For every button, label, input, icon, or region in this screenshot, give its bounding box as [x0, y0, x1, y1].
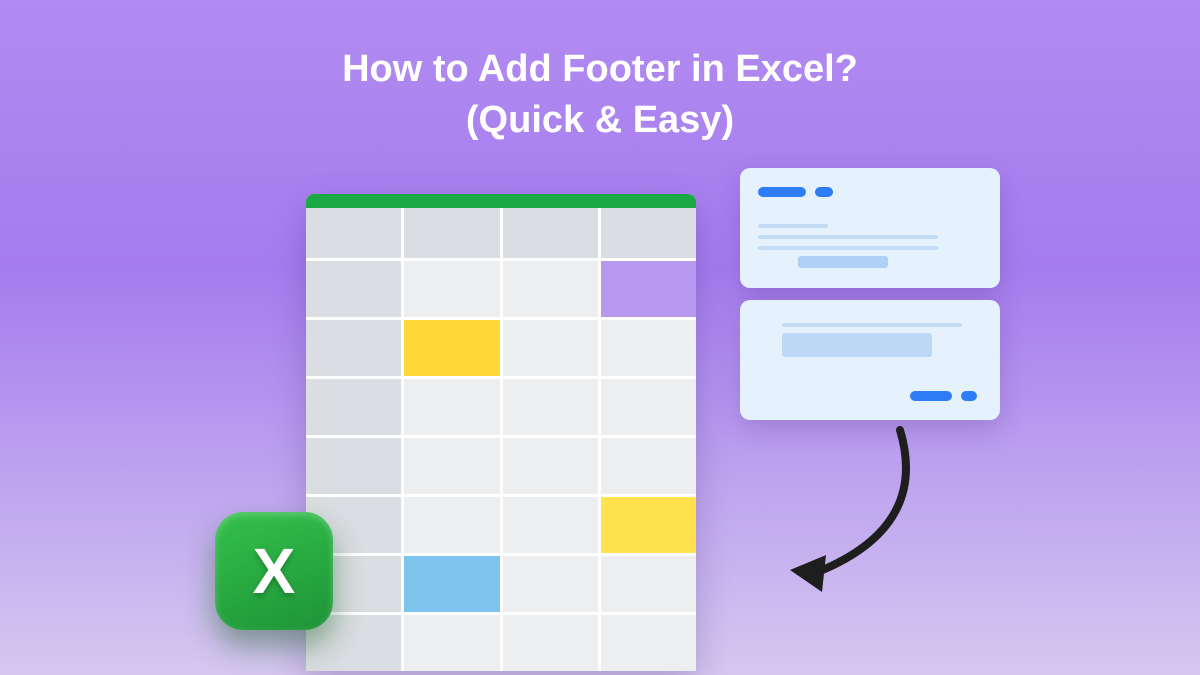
grid-cell [601, 556, 696, 612]
grid-cell [601, 438, 696, 494]
grid-cell [306, 261, 401, 317]
grid-cell [306, 320, 401, 376]
grid-cell-highlight-yellow [404, 320, 499, 376]
grid-cell [503, 379, 598, 435]
doc-header-pills [758, 184, 982, 202]
grid-cell [601, 379, 696, 435]
pill-icon [910, 391, 952, 401]
grid-cell [503, 261, 598, 317]
grid-cell [404, 261, 499, 317]
grid-cell [503, 497, 598, 553]
spreadsheet-grid [306, 208, 696, 671]
grid-cell [601, 208, 696, 258]
text-block [798, 256, 888, 268]
doc-body-lines [758, 224, 982, 268]
grid-cell [404, 438, 499, 494]
grid-cell [503, 320, 598, 376]
title-line-1: How to Add Footer in Excel? [0, 44, 1200, 95]
pill-icon [815, 187, 833, 197]
document-header-illustration [740, 168, 1000, 288]
excel-icon-letter: X [253, 534, 296, 608]
pill-icon [961, 391, 977, 401]
grid-cell [306, 379, 401, 435]
grid-cell [503, 556, 598, 612]
grid-cell [503, 615, 598, 671]
grid-cell [404, 379, 499, 435]
grid-cell [306, 438, 401, 494]
grid-cell [306, 208, 401, 258]
grid-cell [404, 208, 499, 258]
grid-cell-highlight-purple [601, 261, 696, 317]
text-block [782, 333, 932, 357]
grid-cell [503, 438, 598, 494]
excel-app-icon: X [215, 512, 333, 630]
grid-cell [503, 208, 598, 258]
text-line [758, 246, 938, 250]
page-title: How to Add Footer in Excel? (Quick & Eas… [0, 0, 1200, 147]
sheet-header-bar [306, 194, 696, 208]
doc-body-block [758, 323, 982, 357]
pill-icon [758, 187, 806, 197]
grid-cell [601, 615, 696, 671]
text-line [782, 323, 962, 327]
grid-cell [601, 320, 696, 376]
text-line [758, 235, 938, 239]
text-line [758, 224, 828, 228]
grid-cell [404, 497, 499, 553]
grid-cell [404, 615, 499, 671]
grid-cell-highlight-blue [404, 556, 499, 612]
curved-arrow-icon [770, 420, 950, 620]
spreadsheet-illustration [306, 194, 696, 671]
title-line-2: (Quick & Easy) [0, 95, 1200, 146]
doc-footer-pills [910, 388, 982, 406]
grid-cell-highlight-yellow [601, 497, 696, 553]
document-footer-illustration [740, 300, 1000, 420]
